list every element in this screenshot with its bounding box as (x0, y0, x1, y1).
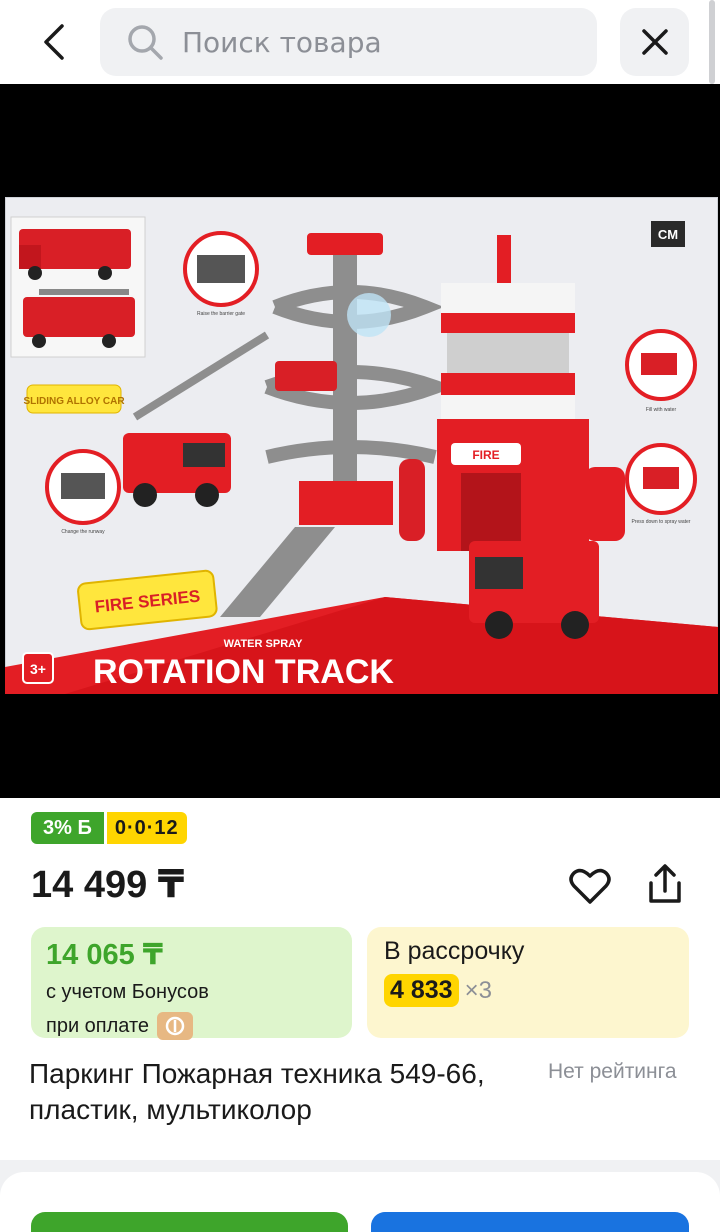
brand-logo: CM (658, 227, 678, 242)
chevron-left-icon (44, 24, 64, 60)
close-button[interactable] (620, 8, 689, 76)
top-bar: Поиск товара (0, 0, 720, 84)
bonus-price: 14 065 ₸ (46, 939, 163, 971)
installment-row: 4 833 ×3 (384, 974, 672, 1007)
search-icon (128, 25, 163, 60)
installment-card[interactable]: В рассрочку 4 833 ×3 (367, 927, 689, 1038)
station-sign: FIRE (472, 448, 499, 462)
close-icon (641, 29, 668, 55)
rating-link[interactable]: Нет рейтинга (548, 1060, 677, 1084)
bonus-description-2-text: при оплате (46, 1015, 150, 1037)
caption-runway: Change the runway (61, 529, 105, 535)
sticker-label: SLIDING ALLOY CAR (23, 396, 125, 407)
product-title: Паркинг Пожарная техника 549-66, пластик… (29, 1058, 485, 1125)
installment-amount: 4 833 (384, 974, 459, 1007)
primary-action-button[interactable] (31, 1212, 348, 1232)
scrollbar[interactable] (709, 0, 715, 84)
product-image: SLIDING ALLOY CAR CM Raise the barrier g… (5, 197, 718, 694)
bonus-description-1: с учетом Бонусов (46, 981, 209, 1003)
product-price: 14 499 ₸ (31, 864, 185, 906)
product-image-gallery[interactable]: SLIDING ALLOY CAR CM Raise the barrier g… (0, 84, 720, 798)
installment-label: В рассрочку (384, 937, 525, 965)
secondary-action-button[interactable] (371, 1212, 689, 1232)
installment-badge: 0·0·12 (106, 812, 187, 844)
caption-barrier: Raise the barrier gate (197, 311, 245, 317)
box-title: ROTATION TRACK (93, 653, 394, 691)
share-button[interactable] (641, 860, 689, 908)
promo-badges: 3% Б 0·0·12 (31, 812, 187, 844)
back-button[interactable] (22, 10, 86, 74)
bonus-description-2: при оплате (46, 1012, 337, 1040)
bonus-price-card[interactable]: 14 065 ₸ с учетом Бонусов при оплате (31, 927, 352, 1040)
product-info-card: 3% Б 0·0·12 14 499 ₸ 14 065 ₸ с учетом Б… (0, 798, 720, 1160)
caption-spray: Press down to spray water (632, 519, 691, 525)
search-placeholder: Поиск товара (182, 25, 382, 59)
bonus-badge: 3% Б (31, 812, 104, 844)
box-subtitle: WATER SPRAY (224, 638, 304, 650)
kaspi-card-icon (157, 1012, 194, 1040)
favorite-button[interactable] (566, 862, 614, 910)
search-input[interactable]: Поиск товара (100, 8, 597, 76)
heart-icon (569, 868, 611, 904)
installment-multiplier: ×3 (464, 976, 492, 1004)
age-label: 3+ (30, 661, 46, 677)
caption-fill: Fill with water (646, 407, 677, 413)
share-icon (649, 864, 681, 903)
